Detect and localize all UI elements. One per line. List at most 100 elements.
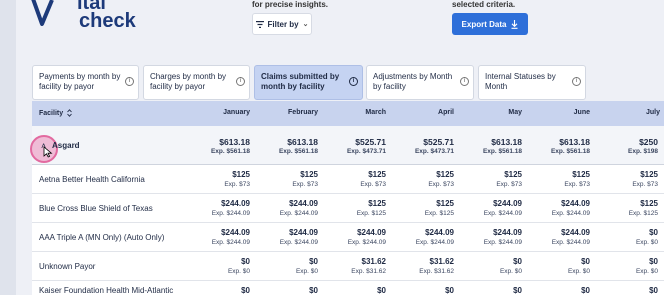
cell-amount: $244.09: [357, 228, 386, 237]
cell-expected: Exp. $473.71: [414, 148, 454, 155]
cell-amount: $244.09: [561, 199, 590, 208]
cell-amount: $0: [649, 228, 658, 237]
cell-amount: $613.18: [491, 137, 522, 147]
table-cell: $0: [530, 286, 590, 295]
cell-amount: $125: [232, 170, 250, 179]
table-group-row[interactable]: $613.18 Exp. $561.18 $613.18 Exp. $561.1…: [32, 126, 664, 165]
download-icon: [511, 19, 518, 29]
tab-payments-by-month[interactable]: Payments by month by facility by payor i: [32, 65, 139, 100]
tab-label-line2: month by facility: [261, 82, 325, 91]
table-cell: $125 Exp. $125: [598, 199, 658, 218]
logo-v-mark-icon: [31, 0, 54, 26]
export-hint-text: selected criteria.: [452, 0, 516, 9]
cell-amount: $125: [368, 170, 386, 179]
tab-label-line2: Month: [485, 82, 508, 91]
table-cell: $613.18 Exp. $561.18: [462, 137, 522, 156]
payor-name: Blue Cross Blue Shield of Texas: [39, 204, 153, 213]
left-sidebar-strip: [0, 0, 16, 295]
cell-amount: $0: [241, 286, 250, 295]
table-cell: $125 Exp. $73: [190, 170, 250, 189]
table-row[interactable]: Unknown Payor $0 Exp. $0 $0 Exp. $0 $31.62…: [32, 252, 664, 281]
payor-name: AAA Triple A (MN Only) (Auto Only): [39, 233, 165, 242]
info-icon[interactable]: i: [572, 77, 581, 86]
month-header-january: January: [223, 109, 250, 116]
cell-expected: Exp. $561.18: [482, 148, 522, 155]
table-row[interactable]: Blue Cross Blue Shield of Texas $244.09 E…: [32, 194, 664, 223]
cell-amount: $244.09: [221, 228, 250, 237]
tab-label-line1: Payments by month by: [39, 72, 121, 81]
cell-amount: $0: [513, 257, 522, 266]
cell-amount: $125: [572, 170, 590, 179]
month-header-june: June: [573, 109, 590, 116]
cell-expected: Exp. $73: [360, 181, 386, 188]
cell-expected: Exp. $244.09: [483, 210, 522, 217]
table-cell: $244.09 Exp. $244.09: [394, 228, 454, 247]
info-icon[interactable]: i: [460, 77, 469, 86]
table-cell: $0 Exp. $0: [462, 257, 522, 276]
table-cell: $525.71 Exp. $473.71: [326, 137, 386, 156]
cell-amount: $244.09: [561, 228, 590, 237]
tab-charges-by-month[interactable]: Charges by month by facility by payor i: [143, 65, 250, 100]
table-cell: $0 Exp. $0: [258, 257, 318, 276]
claims-table: Facility January February March April Ma…: [32, 101, 664, 295]
table-cell: $125 Exp. $125: [326, 199, 386, 218]
table-row[interactable]: Kaiser Foundation Health Mid-Atlantic $0…: [32, 281, 664, 295]
chevron-down-icon: ⌄: [302, 21, 309, 28]
table-cell: $0: [598, 286, 658, 295]
cell-expected: Exp. $0: [635, 268, 658, 275]
cell-expected: Exp. $125: [356, 210, 386, 217]
cell-expected: Exp. $244.09: [551, 210, 590, 217]
cell-amount: $125: [436, 170, 454, 179]
table-cell: $244.09 Exp. $244.09: [190, 228, 250, 247]
table-cell: $0: [326, 286, 386, 295]
cell-expected: Exp. $0: [499, 268, 522, 275]
cell-expected: Exp. $31.62: [351, 268, 386, 275]
tab-label-line2: facility by payor: [150, 82, 206, 91]
cell-amount: $0: [649, 257, 658, 266]
cell-expected: Exp. $561.18: [210, 148, 250, 155]
cell-expected: Exp. $73: [428, 181, 454, 188]
table-cell: $31.62 Exp. $31.62: [394, 257, 454, 276]
table-header: Facility January February March April Ma…: [32, 101, 664, 126]
tab-label-line2: by facility: [373, 82, 406, 91]
tab-internal-statuses[interactable]: Internal Statuses by Month i: [478, 65, 586, 100]
cell-amount: $31.62: [429, 257, 454, 266]
table-row[interactable]: AAA Triple A (MN Only) (Auto Only) $244.…: [32, 223, 664, 252]
cell-amount: $613.18: [287, 137, 318, 147]
cell-expected: Exp. $244.09: [211, 239, 250, 246]
cell-expected: Exp. $244.09: [211, 210, 250, 217]
sort-icon[interactable]: [67, 109, 72, 117]
cell-expected: Exp. $561.18: [278, 148, 318, 155]
logo-line-2: check: [79, 10, 136, 32]
tab-claims-submitted[interactable]: Claims submitted by month by facility i: [254, 65, 363, 100]
export-data-button[interactable]: Export Data: [452, 13, 528, 35]
table-cell: $613.18 Exp. $561.18: [530, 137, 590, 156]
tab-label-line1: Charges by month by: [150, 72, 227, 81]
table-row[interactable]: Aetna Better Health California $125 Exp. …: [32, 165, 664, 194]
cell-amount: $0: [581, 286, 590, 295]
tab-label-line1: Adjustments by Month: [373, 72, 453, 81]
tab-adjustments-by-month[interactable]: Adjustments by Month by facility i: [366, 65, 474, 100]
table-cell: $0: [190, 286, 250, 295]
table-cell: $613.18 Exp. $561.18: [258, 137, 318, 156]
cell-expected: Exp. $244.09: [347, 239, 386, 246]
cell-amount: $244.09: [493, 199, 522, 208]
info-icon[interactable]: i: [125, 77, 134, 86]
mouse-cursor-icon: [43, 146, 53, 158]
table-cell: $0: [462, 286, 522, 295]
cell-amount: $525.71: [423, 137, 454, 147]
cell-expected: Exp. $244.09: [279, 210, 318, 217]
info-icon[interactable]: i: [236, 77, 245, 86]
info-icon[interactable]: i: [349, 77, 358, 86]
filter-by-button[interactable]: Filter by ⌄: [252, 13, 312, 35]
cell-amount: $613.18: [219, 137, 250, 147]
month-header-may: May: [508, 109, 522, 116]
cell-expected: Exp. $73: [224, 181, 250, 188]
cell-amount: $525.71: [355, 137, 386, 147]
filter-by-label: Filter by: [267, 19, 299, 29]
cell-amount: $244.09: [425, 228, 454, 237]
table-cell: $250 Exp. $198: [598, 137, 658, 156]
cell-amount: $31.62: [361, 257, 386, 266]
facility-column-header[interactable]: Facility: [39, 109, 72, 117]
table-cell: $0 Exp. $0: [530, 257, 590, 276]
